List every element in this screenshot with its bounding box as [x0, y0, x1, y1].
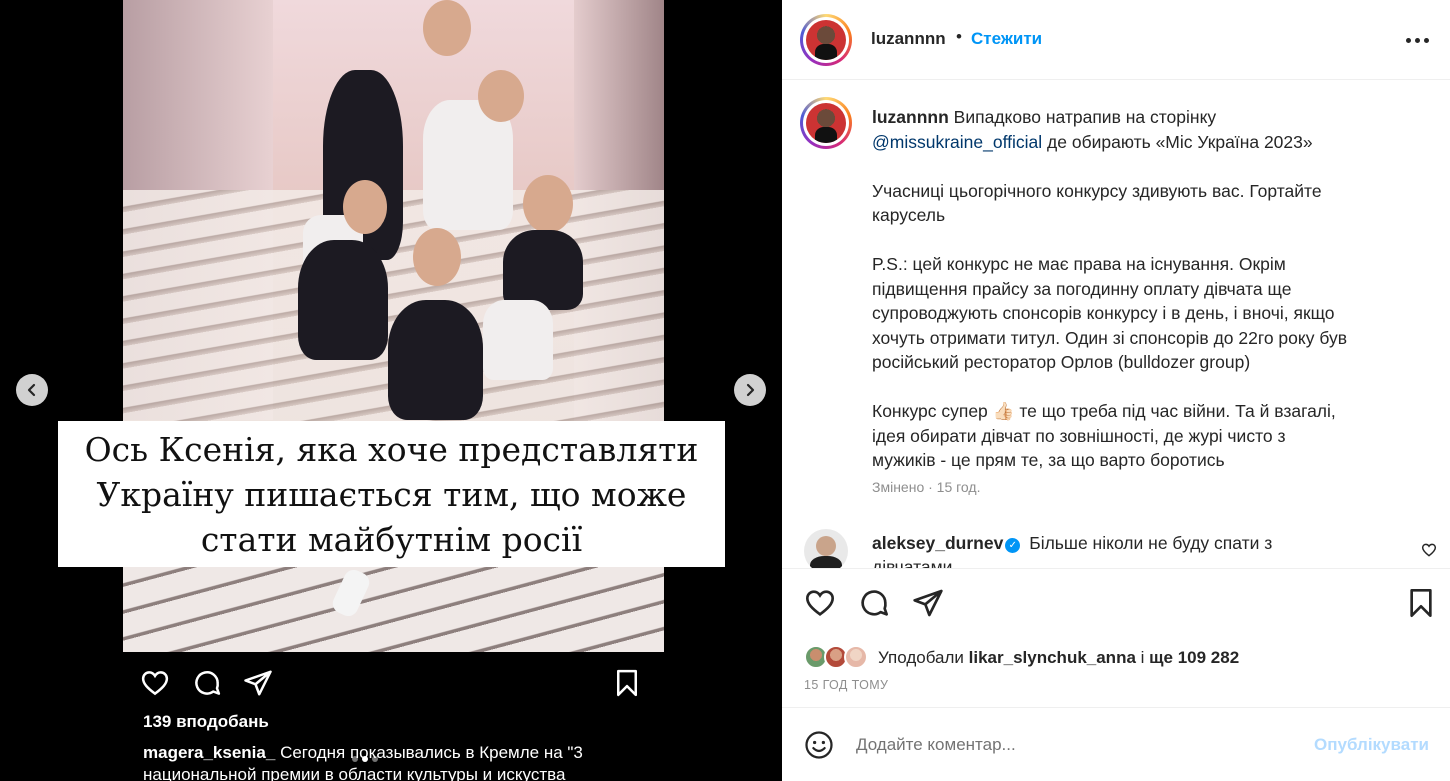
- header-separator: •: [956, 27, 962, 46]
- photo-overlay-caption: Ось Ксенія, яка хоче представляти Україн…: [58, 421, 725, 567]
- save-bookmark-icon[interactable]: [1405, 587, 1437, 619]
- caption-mention-link[interactable]: @missukraine_official: [872, 132, 1042, 152]
- likes-middle: і: [1140, 648, 1145, 667]
- carousel-dots: [352, 756, 378, 762]
- more-options-button[interactable]: [1406, 38, 1430, 44]
- share-icon[interactable]: [912, 587, 944, 619]
- add-comment-bar: Опублікувати: [782, 709, 1450, 781]
- caption-paragraph-start: Конкурс супер: [872, 401, 988, 421]
- post-action-bar: Уподобали likar_slynchuk_anna і ще 109 2…: [782, 568, 1450, 708]
- carousel-next-button[interactable]: [734, 374, 766, 406]
- comment-icon[interactable]: [858, 587, 890, 619]
- caption-username[interactable]: luzannnn: [872, 107, 949, 127]
- liker-avatars[interactable]: [804, 645, 874, 669]
- overlay-line: Україну пишається тим, що може: [96, 475, 687, 514]
- comment-item: aleksey_durnev ✓ Більше ніколи не буду сп…: [872, 531, 1342, 568]
- post-caption: luzannnn Випадково натрапив на сторінку …: [872, 105, 1352, 497]
- header-username[interactable]: luzannnn: [871, 29, 946, 49]
- post-time-ago[interactable]: 15 ГОД ТОМУ: [804, 678, 888, 692]
- overlay-line: Ось Ксенія, яка хоче представляти: [84, 430, 699, 469]
- media-caption: magera_ksenia_ Сегодня показывались в Кр…: [143, 742, 663, 781]
- comment-input[interactable]: [856, 727, 1296, 763]
- share-icon[interactable]: [243, 668, 273, 698]
- comments-list[interactable]: luzannnn Випадково натрапив на сторінку …: [782, 81, 1450, 568]
- like-heart-icon[interactable]: [804, 587, 836, 619]
- carousel-dot: [372, 756, 378, 762]
- caption-paragraph: Учасниці цьогорічного конкурсу здивують …: [872, 180, 1322, 226]
- media-caption-user[interactable]: magera_ksenia_: [143, 743, 275, 762]
- caption-intro-end: де обирають «Міс Україна 2023»: [1047, 131, 1313, 152]
- overlay-line: стати майбутнім росії: [200, 520, 583, 559]
- comment-icon[interactable]: [192, 668, 222, 698]
- media-pane: Ось Ксенія, яка хоче представляти Україн…: [0, 0, 782, 781]
- verified-badge-icon: ✓: [1005, 538, 1021, 553]
- chevron-right-icon: [746, 383, 755, 397]
- comment-username[interactable]: aleksey_durnev: [872, 533, 1003, 553]
- likes-user-link[interactable]: likar_slynchuk_anna: [969, 648, 1136, 667]
- follow-button[interactable]: Стежити: [971, 29, 1042, 49]
- media-action-bar: [140, 668, 650, 698]
- header-avatar[interactable]: [800, 14, 852, 66]
- likes-summary: Уподобали likar_slynchuk_anna і ще 109 2…: [878, 648, 1239, 668]
- media-likes-count[interactable]: 139 вподобань: [143, 712, 269, 732]
- liker-avatar: [844, 645, 868, 669]
- carousel-dot: [352, 756, 358, 762]
- likes-count-link[interactable]: ще 109 282: [1149, 648, 1239, 667]
- post-details-panel: luzannnn • Стежити luzannnn Випадково на…: [782, 0, 1450, 781]
- thumbs-up-emoji: 👍🏻: [992, 401, 1015, 421]
- post-header: luzannnn • Стежити: [782, 0, 1450, 80]
- likes-prefix: Уподобали: [878, 648, 964, 667]
- caption-edited-time: Змінено · 15 год.: [872, 479, 981, 495]
- carousel-dot-active: [362, 756, 368, 762]
- more-horizontal-icon: [1406, 38, 1411, 43]
- carousel-prev-button[interactable]: [16, 374, 48, 406]
- publish-button[interactable]: Опублікувати: [1314, 735, 1429, 755]
- chevron-left-icon: [27, 383, 36, 397]
- comment-like-heart-icon[interactable]: [1421, 542, 1437, 558]
- caption-avatar[interactable]: [800, 97, 852, 149]
- save-bookmark-icon[interactable]: [612, 668, 642, 698]
- caption-intro: Випадково натрапив на сторінку: [953, 107, 1217, 127]
- heart-icon[interactable]: [140, 668, 170, 698]
- comment-avatar[interactable]: [804, 529, 848, 568]
- smile-icon[interactable]: [804, 730, 834, 760]
- caption-paragraph: P.S.: цей конкурс не має права на існува…: [872, 254, 1348, 372]
